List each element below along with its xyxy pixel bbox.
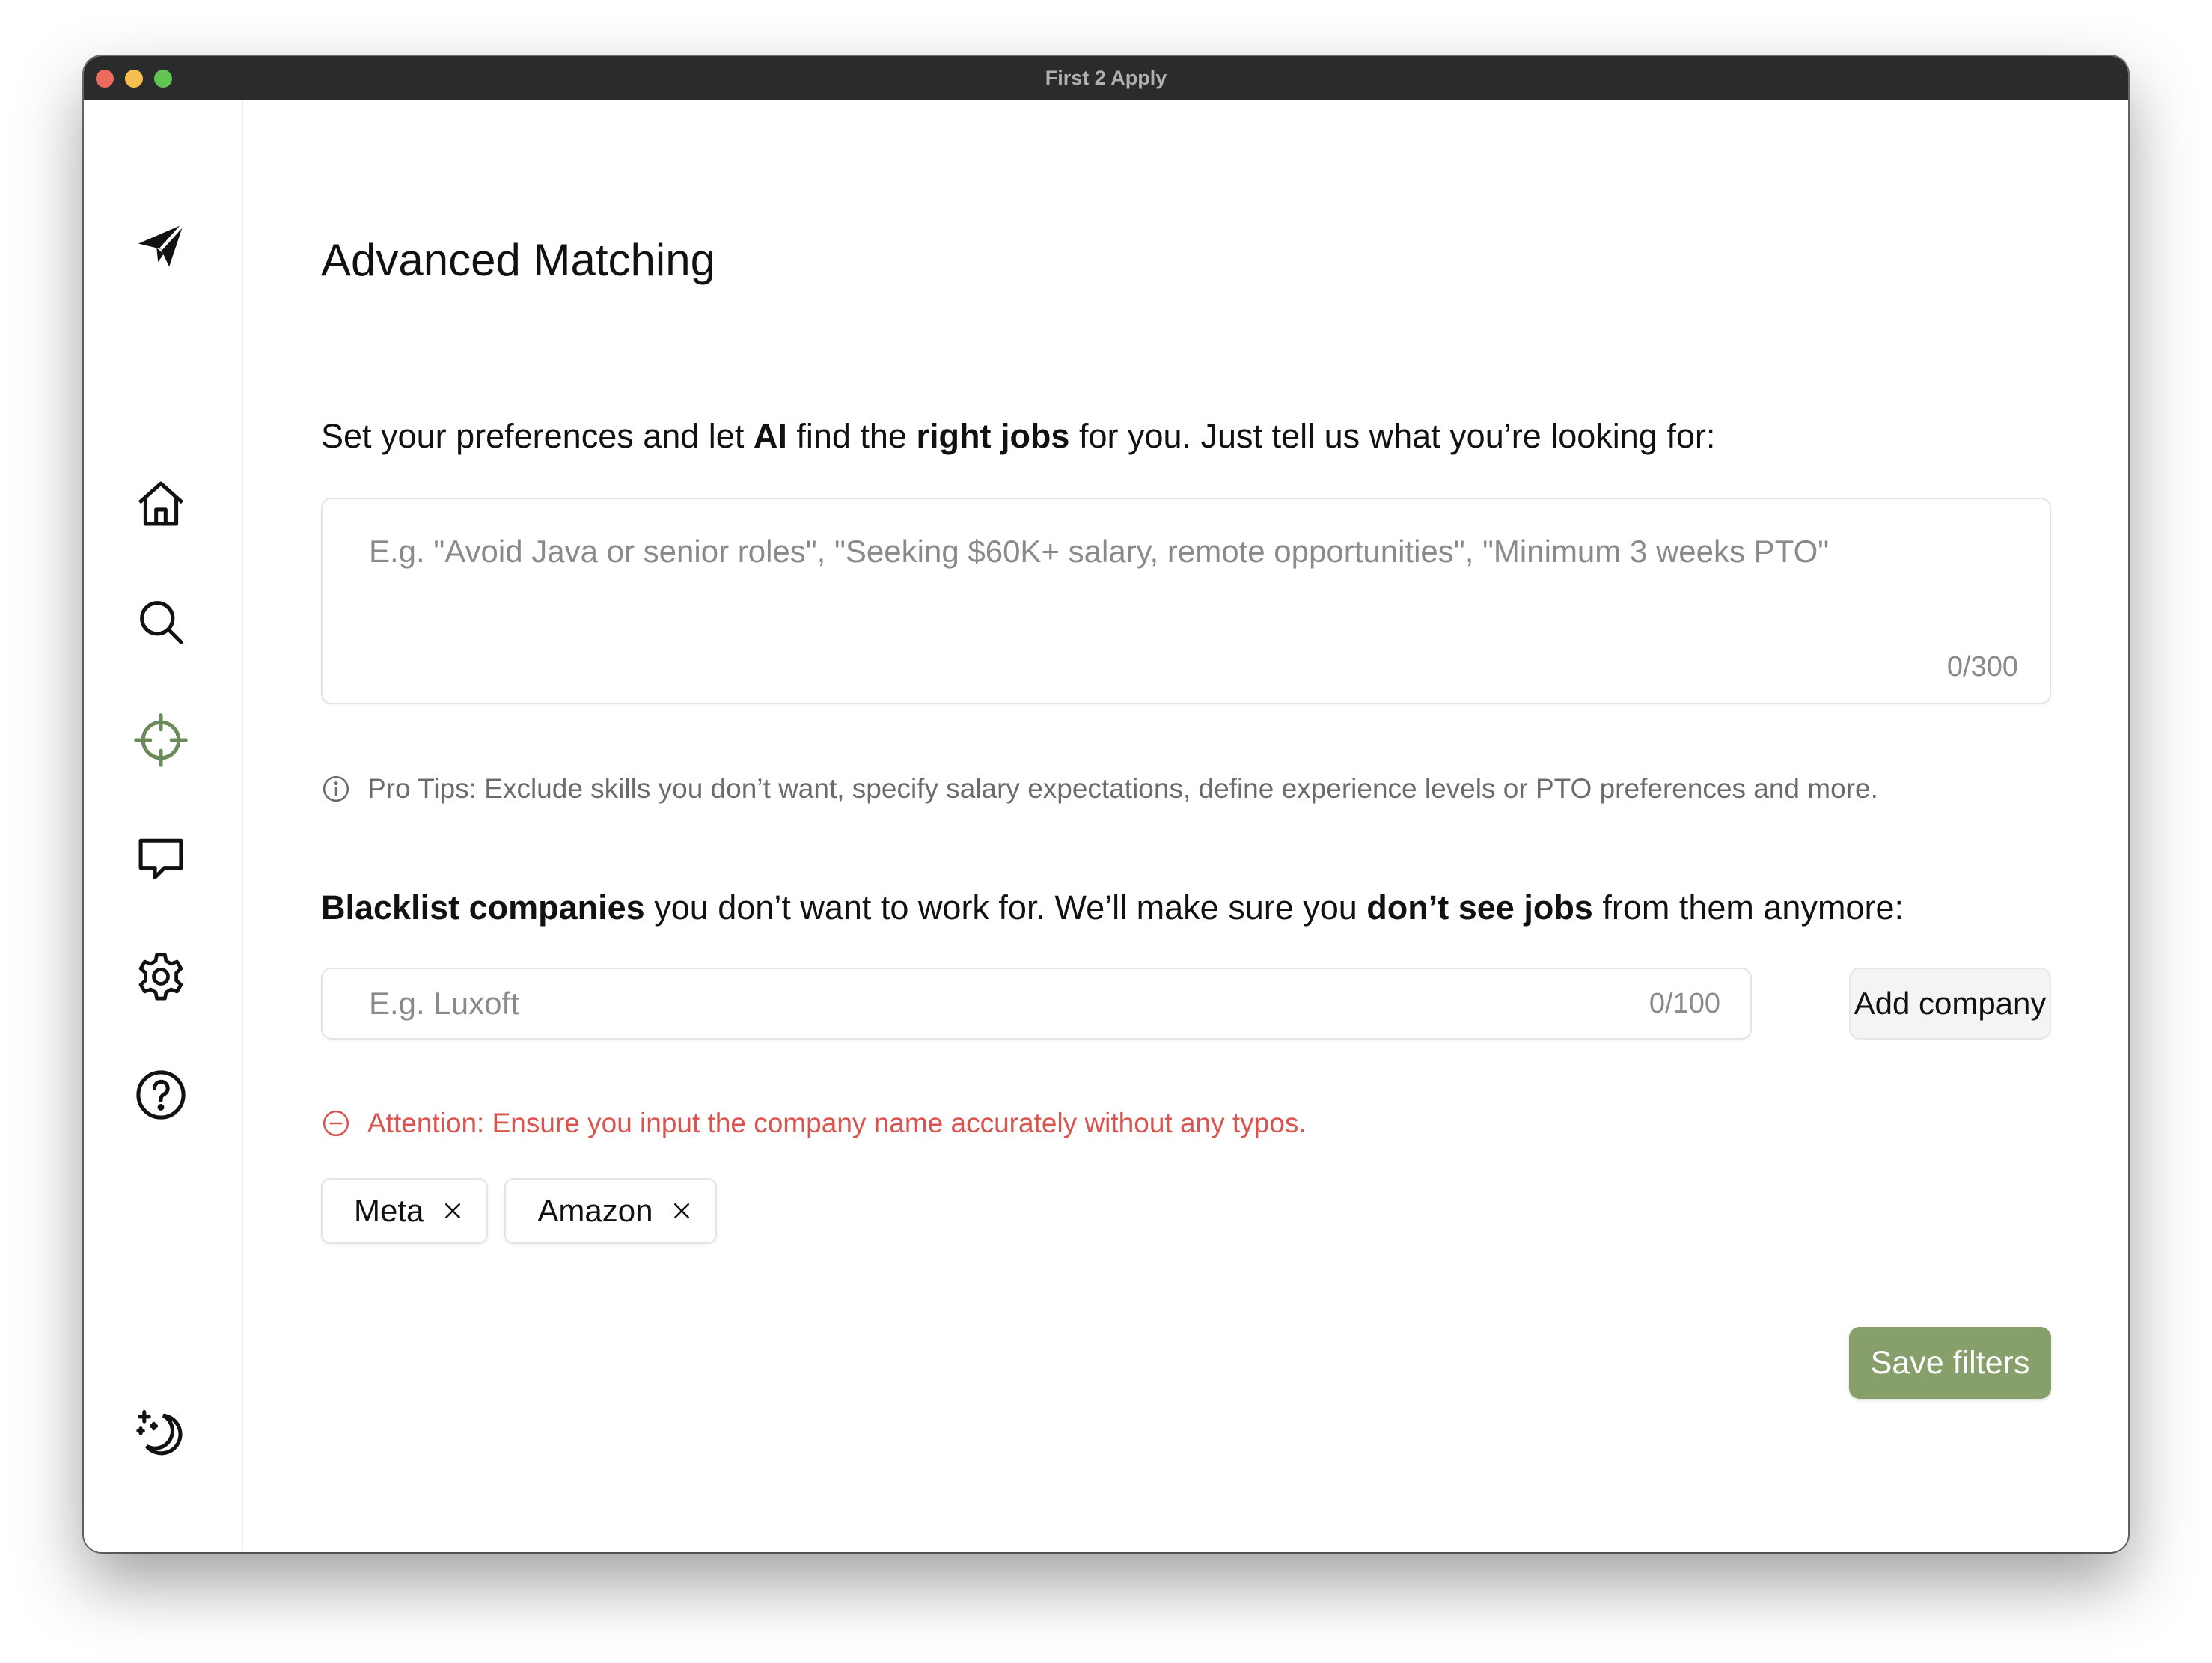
info-icon bbox=[323, 775, 349, 802]
crosshair-icon bbox=[134, 713, 188, 767]
company-chip: Amazon bbox=[504, 1178, 718, 1244]
app-logo[interactable] bbox=[131, 216, 191, 275]
company-chip: Meta bbox=[321, 1178, 489, 1244]
company-name-input[interactable] bbox=[323, 969, 1750, 1038]
company-char-counter: 0/100 bbox=[1649, 988, 1720, 1019]
page-title: Advanced Matching bbox=[321, 235, 715, 285]
help-icon bbox=[136, 1070, 186, 1120]
sidebar-item-feedback[interactable] bbox=[131, 829, 191, 888]
gear-icon bbox=[138, 953, 183, 1001]
sidebar-item-advanced-matching[interactable] bbox=[131, 710, 191, 770]
company-chip-label: Meta bbox=[354, 1193, 424, 1228]
attention-message: Attention: Ensure you input the company … bbox=[321, 1108, 1307, 1139]
app-window: First 2 Apply Advanced Matching Set your… bbox=[84, 56, 2128, 1552]
preferences-char-counter: 0/300 bbox=[1946, 651, 2018, 683]
window-title: First 2 Apply bbox=[1045, 67, 1167, 89]
main-content: Advanced Matching Set your preferences a… bbox=[243, 100, 2128, 1552]
add-company-button[interactable]: Add company bbox=[1849, 968, 2051, 1040]
theme-toggle[interactable] bbox=[131, 1403, 191, 1463]
blacklisted-companies: Meta Amazon bbox=[321, 1178, 718, 1244]
company-field: 0/100 bbox=[321, 968, 1752, 1040]
preferences-heading: Set your preferences and let AI find the… bbox=[321, 417, 1716, 455]
chat-bubble-icon bbox=[138, 838, 183, 879]
remove-company-button[interactable] bbox=[442, 1200, 464, 1222]
close-icon bbox=[674, 1203, 690, 1218]
pro-tip: Pro Tips: Exclude skills you don’t want,… bbox=[321, 773, 1878, 805]
company-chip-label: Amazon bbox=[537, 1193, 653, 1228]
sidebar bbox=[84, 100, 243, 1552]
paper-plane-icon bbox=[138, 223, 185, 267]
minus-circle-icon bbox=[323, 1110, 349, 1137]
attention-text: Attention: Ensure you input the company … bbox=[367, 1108, 1307, 1138]
home-icon bbox=[138, 481, 184, 526]
moon-stars-icon bbox=[136, 1409, 183, 1456]
sidebar-item-search[interactable] bbox=[131, 592, 191, 652]
save-filters-button[interactable]: Save filters bbox=[1849, 1327, 2051, 1399]
sidebar-item-help[interactable] bbox=[131, 1065, 191, 1125]
sidebar-item-settings[interactable] bbox=[131, 947, 191, 1007]
preferences-field: 0/300 bbox=[321, 498, 2051, 704]
sidebar-item-home[interactable] bbox=[131, 474, 191, 534]
remove-company-button[interactable] bbox=[670, 1200, 693, 1222]
title-bar: First 2 Apply bbox=[84, 56, 2128, 100]
blacklist-heading: Blacklist companies you don’t want to wo… bbox=[321, 888, 1904, 927]
close-icon bbox=[445, 1203, 461, 1218]
search-icon bbox=[140, 601, 183, 644]
preferences-textarea[interactable] bbox=[323, 499, 2050, 703]
pro-tip-text: Pro Tips: Exclude skills you don’t want,… bbox=[367, 773, 1878, 804]
